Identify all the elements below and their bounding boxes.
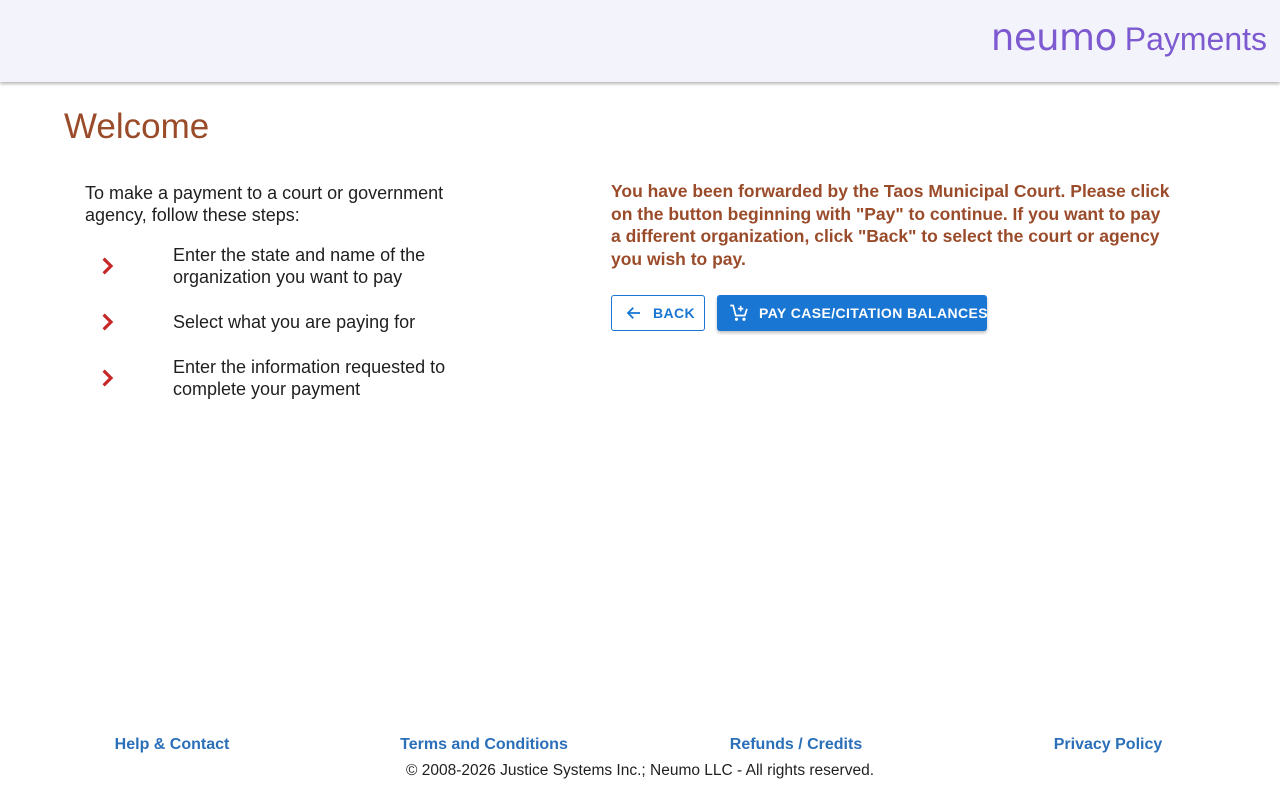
step-item: Enter the state and name of the organiza… <box>85 243 505 289</box>
back-button[interactable]: BACK <box>611 295 705 331</box>
refunds-credits-link[interactable]: Refunds / Credits <box>730 734 862 756</box>
footer-links: Help & Contact Terms and Conditions Refu… <box>0 734 1280 756</box>
chevron-right-icon <box>102 257 114 275</box>
back-button-label: BACK <box>653 305 696 321</box>
step-item: Enter the information requested to compl… <box>85 355 505 401</box>
chevron-right-icon <box>102 313 114 331</box>
arrow-left-icon <box>626 307 640 319</box>
logo-wordmark: neumo <box>990 16 1117 59</box>
chevron-right-icon <box>102 369 114 387</box>
step-item: Select what you are paying for <box>85 299 505 345</box>
logo-payments-text: Payments <box>1124 21 1267 57</box>
pay-case-citation-balances-button[interactable]: PAY CASE/CITATION BALANCES <box>717 295 988 331</box>
top-header: neumo Payments <box>0 0 1280 82</box>
steps-list: Enter the state and name of the organiza… <box>85 243 505 401</box>
help-contact-link[interactable]: Help & Contact <box>115 734 230 756</box>
step-text: Select what you are paying for <box>173 312 416 332</box>
privacy-policy-link[interactable]: Privacy Policy <box>1054 734 1163 756</box>
pay-button-label: PAY CASE/CITATION BALANCES <box>759 305 988 321</box>
page-title: Welcome <box>64 107 210 146</box>
terms-conditions-link[interactable]: Terms and Conditions <box>400 734 568 756</box>
step-text: Enter the state and name of the organiza… <box>173 245 426 287</box>
neumo-payments-logo[interactable]: neumo Payments <box>991 16 1267 61</box>
action-buttons: BACK PAY CASE/CITATION BALANCES <box>611 295 988 331</box>
copyright-text: © 2008-2026 Justice Systems Inc.; Neumo … <box>405 762 874 779</box>
intro-text: To make a payment to a court or governme… <box>85 183 444 225</box>
step-text: Enter the information requested to compl… <box>173 357 446 399</box>
cart-add-icon <box>730 304 748 321</box>
forward-message: You have been forwarded by the Taos Muni… <box>611 181 1170 269</box>
